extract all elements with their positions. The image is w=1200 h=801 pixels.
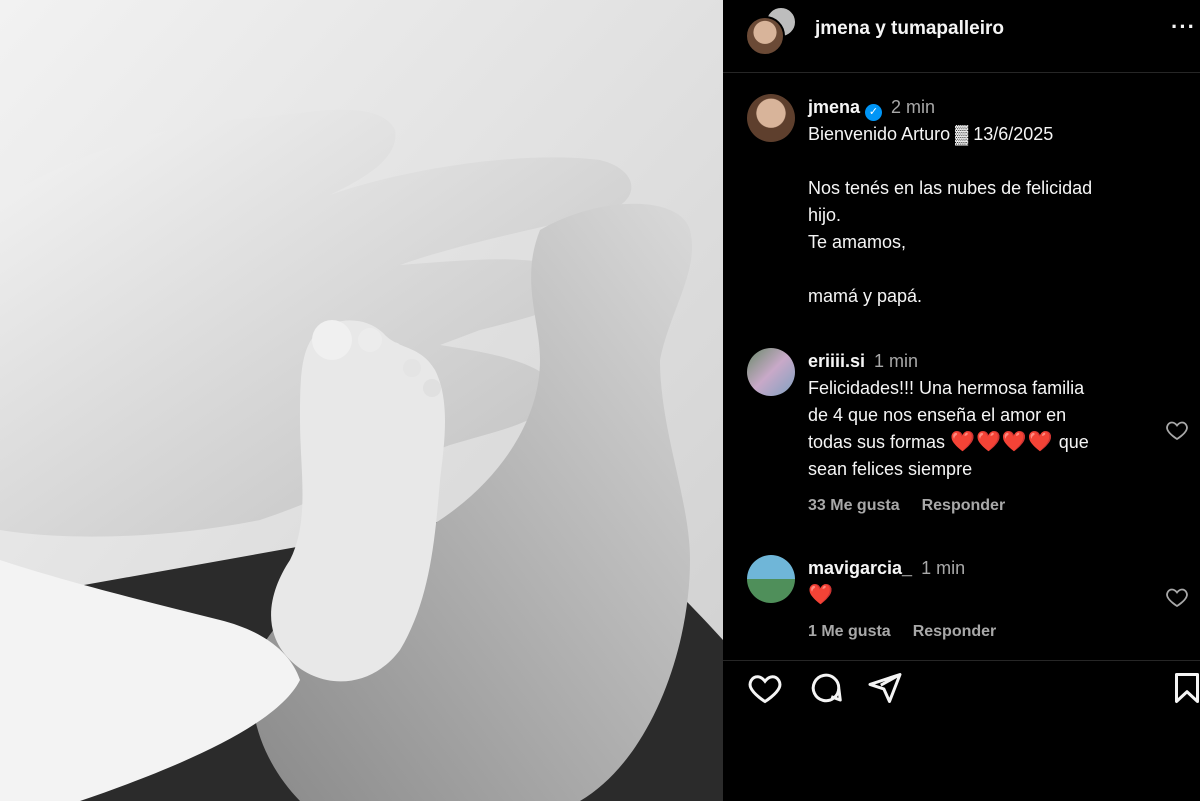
caption-username[interactable]: jmena [808, 97, 860, 117]
caption-time: 2 min [891, 97, 936, 117]
avatar[interactable] [747, 555, 795, 603]
comment-icon[interactable] [808, 670, 844, 706]
heart-icon[interactable] [747, 670, 783, 706]
caption-body: jmena ✓ 2 min Bienvenido Arturo ▓ 13/6/202… [808, 94, 1188, 310]
caption-line: hijo. [808, 205, 842, 225]
avatar-jmena[interactable] [745, 16, 785, 56]
caption-line: mamá y papá. [808, 286, 923, 306]
post-header: jmena y tumapalleiro ··· [723, 0, 1200, 73]
verified-badge-icon: ✓ [865, 104, 883, 121]
comment-time: 1 min [874, 351, 919, 371]
post-side-panel: jmena y tumapalleiro ··· jmena ✓ 2 min Bie… [723, 0, 1200, 801]
red-heart-emoji: ❤️ [808, 584, 834, 606]
comment-body: eriiii.si 1 min Felicidades!!! Una hermos… [808, 348, 1148, 519]
caption-text: Bienvenido Arturo ▓ 13/6/2025 Nos tenés … [808, 121, 1188, 310]
heart-icon[interactable] [1164, 418, 1190, 442]
collab-title[interactable]: jmena y tumapalleiro [815, 18, 1004, 40]
collab-avatars[interactable] [745, 6, 797, 56]
avatar[interactable] [747, 94, 795, 142]
photo-hands-baby-foot [0, 0, 723, 801]
post-photo[interactable] [0, 0, 723, 801]
bookmark-icon[interactable] [1169, 670, 1200, 706]
comment-username[interactable]: eriiii.si [808, 351, 865, 371]
caption-line: Te amamos, [808, 232, 907, 252]
comment-body: mavigarcia_ 1 min ❤️ 1 Me gusta Responder [808, 555, 1148, 645]
comment-likes[interactable]: 1 Me gusta [808, 623, 891, 640]
comment-text: sean felices siempre [808, 459, 973, 479]
instagram-post-view: jmena y tumapalleiro ··· jmena ✓ 2 min Bie… [0, 0, 1200, 801]
comment-text: de 4 que nos enseña el amor en [808, 405, 1067, 425]
comment-text: Felicidades!!! Una hermosa familia [808, 378, 1085, 398]
comment-username[interactable]: mavigarcia_ [808, 558, 912, 578]
comment-meta: 1 Me gusta Responder [808, 618, 1148, 645]
comment-time: 1 min [921, 558, 966, 578]
red-heart-emoji: ❤️❤️❤️❤️ [950, 431, 1054, 453]
caption-line: Bienvenido Arturo ▓ 13/6/2025 [808, 124, 1054, 144]
caption-line: Nos tenés en las nubes de felicidad [808, 178, 1093, 198]
comment-text: que [1058, 432, 1089, 452]
share-icon[interactable] [867, 670, 903, 706]
avatar[interactable] [747, 348, 795, 396]
action-bar [747, 670, 1199, 710]
heart-icon[interactable] [1164, 585, 1190, 609]
comment-likes[interactable]: 33 Me gusta [808, 497, 900, 514]
comment-meta: 33 Me gusta Responder [808, 492, 1148, 519]
comment-text: todas sus formas [808, 432, 946, 452]
more-horizontal-icon[interactable]: ··· [1171, 14, 1196, 40]
divider [723, 660, 1200, 661]
caption-header: jmena ✓ 2 min [808, 94, 1188, 121]
reply-button[interactable]: Responder [913, 623, 997, 640]
reply-button[interactable]: Responder [922, 497, 1006, 514]
